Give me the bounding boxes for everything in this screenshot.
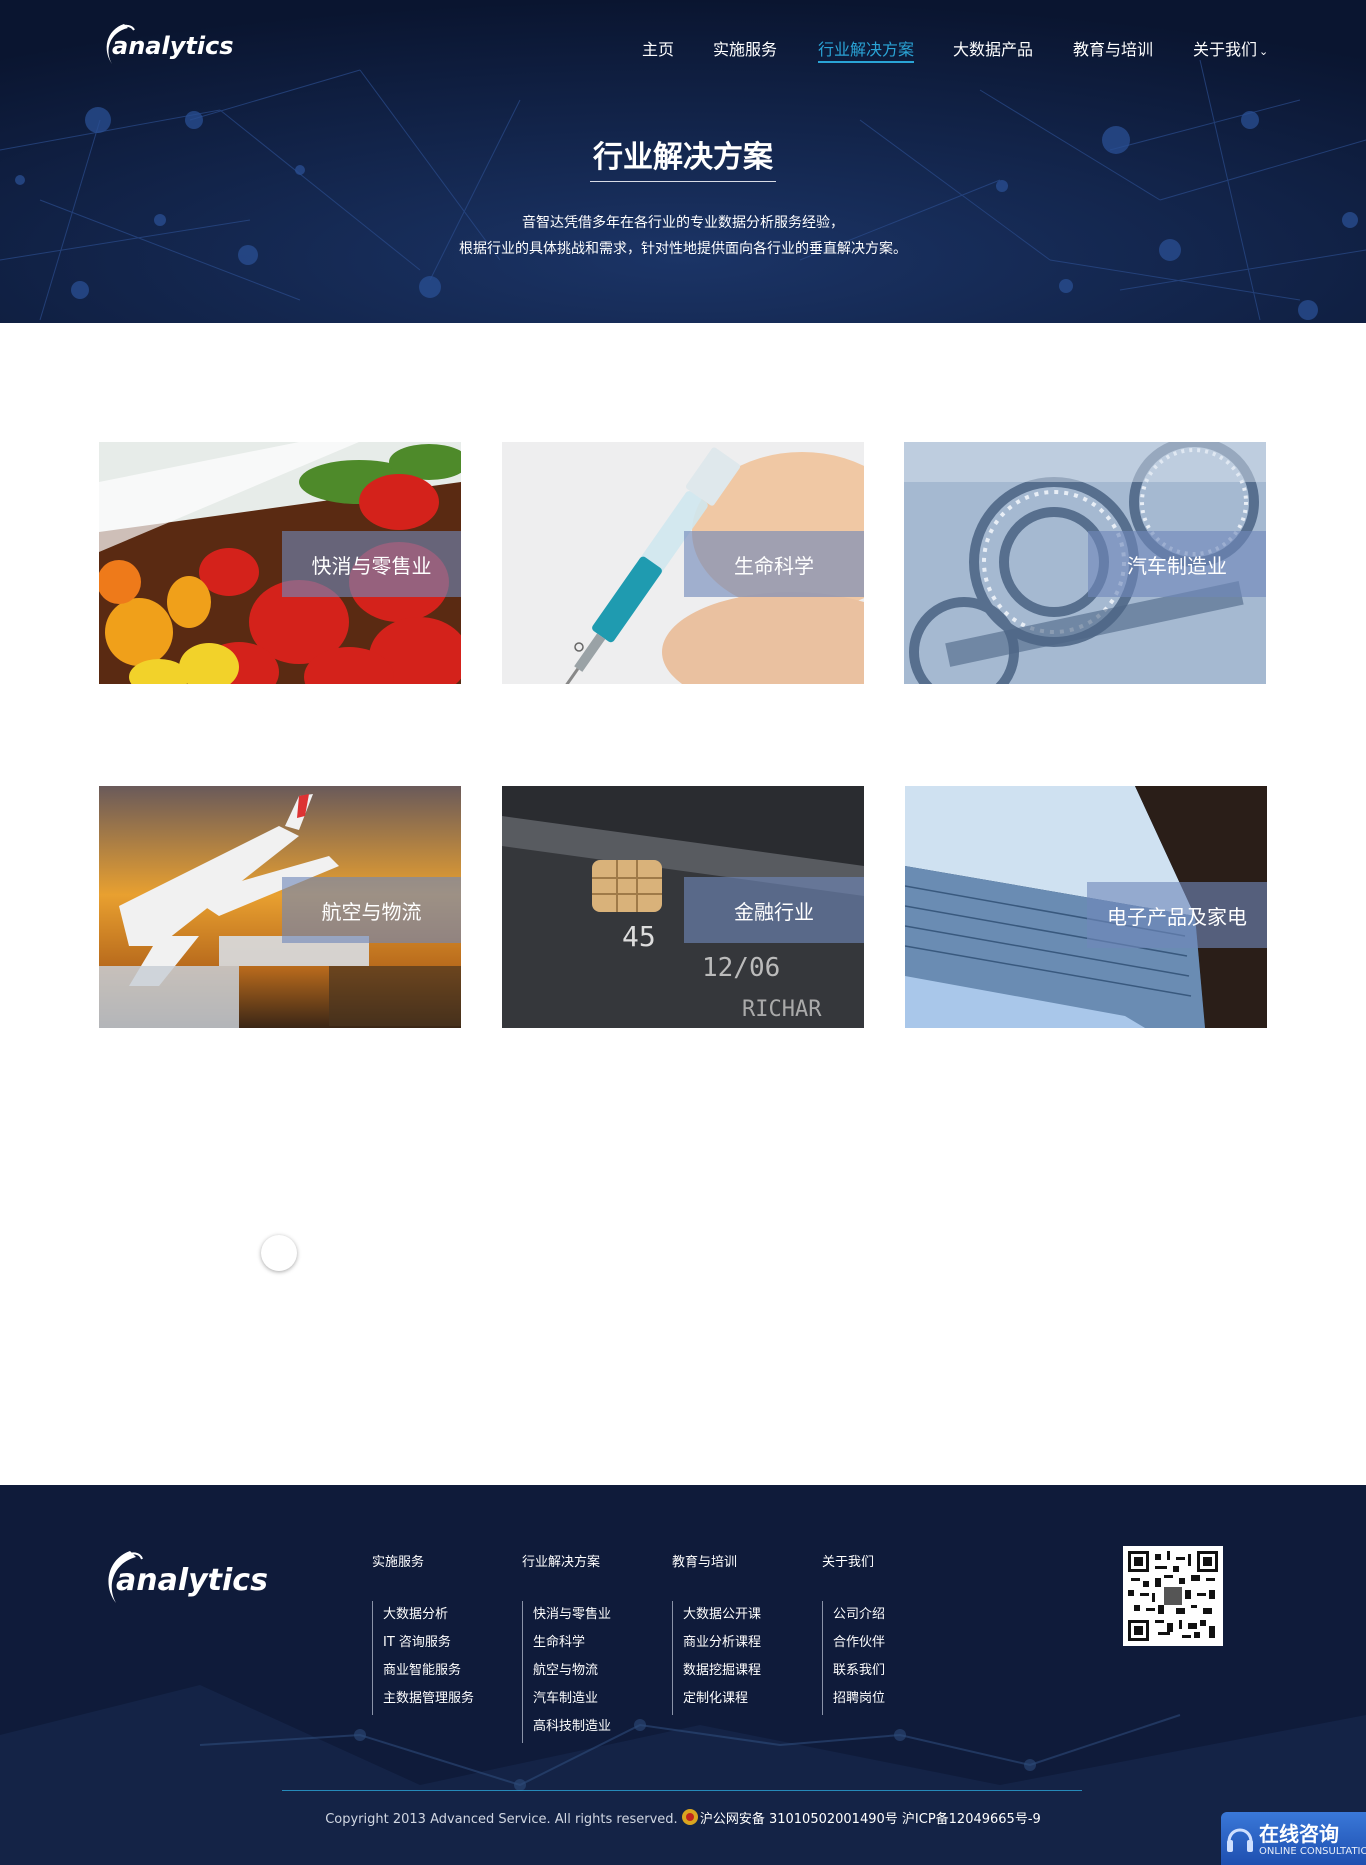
industry-card-life-science[interactable]: 生命科学 bbox=[502, 442, 864, 684]
nav-item-about-label: 关于我们 bbox=[1193, 40, 1258, 59]
industry-card-finance[interactable]: 45 12/06 RICHAR 金融行业 bbox=[502, 786, 864, 1028]
loading-spinner bbox=[261, 1235, 297, 1271]
footer-link[interactable]: 汽车制造业 bbox=[533, 1685, 611, 1713]
hero-description-line2: 根据行业的具体挑战和需求，针对性地提供面向各行业的垂直解决方案。 bbox=[459, 241, 907, 257]
svg-text:45: 45 bbox=[622, 920, 656, 953]
footer-col-title: 行业解决方案 bbox=[522, 1555, 601, 1570]
industry-label: 金融行业 bbox=[684, 877, 864, 943]
consult-sublabel: ONLINE CONSULTATION bbox=[1259, 1846, 1366, 1857]
footer-col-services: 实施服务 bbox=[372, 1551, 424, 1570]
footer-link[interactable]: 快消与零售业 bbox=[533, 1601, 611, 1629]
footer-link[interactable]: 生命科学 bbox=[533, 1629, 611, 1657]
footer-divider bbox=[282, 1790, 1082, 1791]
nav-item-services[interactable]: 实施服务 bbox=[713, 36, 777, 60]
logo-text: analytics bbox=[116, 1563, 268, 1598]
footer-link[interactable]: 大数据分析 bbox=[383, 1601, 474, 1629]
footer-link[interactable]: 主数据管理服务 bbox=[383, 1685, 474, 1713]
footer-col-title: 关于我们 bbox=[822, 1555, 875, 1570]
industry-label: 生命科学 bbox=[684, 531, 864, 597]
footer-list-about: 公司介绍 合作伙伴 联系我们 招聘岗位 bbox=[822, 1601, 885, 1715]
copyright-text: Copyright 2013 Advanced Service. All rig… bbox=[325, 1812, 678, 1827]
svg-text:RICHAR: RICHAR bbox=[742, 997, 822, 1022]
online-consultation-button[interactable]: 在线咨询 ONLINE CONSULTATION bbox=[1221, 1812, 1366, 1865]
footer-link[interactable]: 商业智能服务 bbox=[383, 1657, 474, 1685]
footer-link[interactable]: 定制化课程 bbox=[683, 1685, 761, 1713]
footer-link[interactable]: 商业分析课程 bbox=[683, 1629, 761, 1657]
consult-label: 在线咨询 bbox=[1259, 1822, 1339, 1846]
footer-logo[interactable]: analytics bbox=[98, 1547, 268, 1613]
footer-link[interactable]: 高科技制造业 bbox=[533, 1713, 611, 1741]
hero-description: 音智达凭借多年在各行业的专业数据分析服务经验， 根据行业的具体挑战和需求，针对性… bbox=[0, 210, 1366, 262]
industry-label: 航空与物流 bbox=[282, 877, 461, 943]
footer-link[interactable]: 招聘岗位 bbox=[833, 1685, 885, 1713]
footer-list-training: 大数据公开课 商业分析课程 数据挖掘课程 定制化课程 bbox=[672, 1601, 761, 1715]
footer-link[interactable]: 公司介绍 bbox=[833, 1601, 885, 1629]
headset-icon bbox=[1227, 1828, 1253, 1852]
nav-item-bigdata-products[interactable]: 大数据产品 bbox=[953, 36, 1033, 60]
police-badge-icon bbox=[681, 1809, 698, 1825]
footer-list-solutions: 快消与零售业 生命科学 航空与物流 汽车制造业 高科技制造业 bbox=[522, 1601, 611, 1743]
main-nav: 主页 实施服务 行业解决方案 大数据产品 教育与培训 关于我们 ⌄ bbox=[0, 36, 1366, 66]
nav-item-solutions[interactable]: 行业解决方案 bbox=[818, 36, 914, 60]
industry-label: 快消与零售业 bbox=[282, 531, 461, 597]
industry-card-fmcg[interactable]: 快消与零售业 bbox=[99, 442, 461, 684]
industry-card-automotive[interactable]: 汽车制造业 bbox=[904, 442, 1266, 684]
footer-col-training: 教育与培训 bbox=[672, 1551, 737, 1570]
page-title: 行业解决方案 bbox=[593, 140, 773, 175]
nav-active-indicator bbox=[818, 61, 914, 63]
footer-col-solutions: 行业解决方案 bbox=[522, 1551, 600, 1570]
footer-link[interactable]: 数据挖掘课程 bbox=[683, 1657, 761, 1685]
nav-item-training[interactable]: 教育与培训 bbox=[1073, 36, 1153, 60]
nav-item-about[interactable]: 关于我们 ⌄ bbox=[1193, 36, 1268, 60]
qr-code-icon bbox=[1123, 1546, 1223, 1646]
industry-card-electronics[interactable]: 电子产品及家电 bbox=[905, 786, 1267, 1028]
footer-link[interactable]: IT 咨询服务 bbox=[383, 1629, 474, 1657]
industry-label: 电子产品及家电 bbox=[1087, 882, 1267, 948]
svg-text:12/06: 12/06 bbox=[702, 953, 780, 983]
footer-col-about: 关于我们 bbox=[822, 1551, 874, 1570]
hero-description-line1: 音智达凭借多年在各行业的专业数据分析服务经验， bbox=[522, 215, 844, 231]
footer-col-title: 教育与培训 bbox=[672, 1555, 738, 1570]
footer-link[interactable]: 合作伙伴 bbox=[833, 1629, 885, 1657]
site-footer: analytics 实施服务 大数据分析 IT 咨询服务 商业智能服务 主数据管… bbox=[0, 1485, 1366, 1865]
page: analytics 主页 实施服务 行业解决方案 大数据产品 教育与培训 关于我… bbox=[0, 0, 1366, 1865]
title-divider bbox=[590, 181, 776, 182]
industry-card-aviation[interactable]: 航空与物流 bbox=[99, 786, 461, 1028]
footer-list-services: 大数据分析 IT 咨询服务 商业智能服务 主数据管理服务 bbox=[372, 1601, 474, 1715]
copyright-bar: Copyright 2013 Advanced Service. All rig… bbox=[0, 1808, 1366, 1827]
footer-link[interactable]: 航空与物流 bbox=[533, 1657, 611, 1685]
industry-label: 汽车制造业 bbox=[1088, 531, 1266, 597]
hero-banner: analytics 主页 实施服务 行业解决方案 大数据产品 教育与培训 关于我… bbox=[0, 0, 1366, 323]
icp-record[interactable]: 沪ICP备12049665号-9 bbox=[902, 1812, 1041, 1827]
nav-item-home[interactable]: 主页 bbox=[642, 36, 674, 60]
footer-link[interactable]: 大数据公开课 bbox=[683, 1601, 761, 1629]
footer-col-title: 实施服务 bbox=[372, 1555, 425, 1570]
footer-link[interactable]: 联系我们 bbox=[833, 1657, 885, 1685]
police-record[interactable]: 沪公网安备 31010502001490号 bbox=[700, 1812, 898, 1827]
chevron-down-icon: ⌄ bbox=[1259, 45, 1269, 58]
